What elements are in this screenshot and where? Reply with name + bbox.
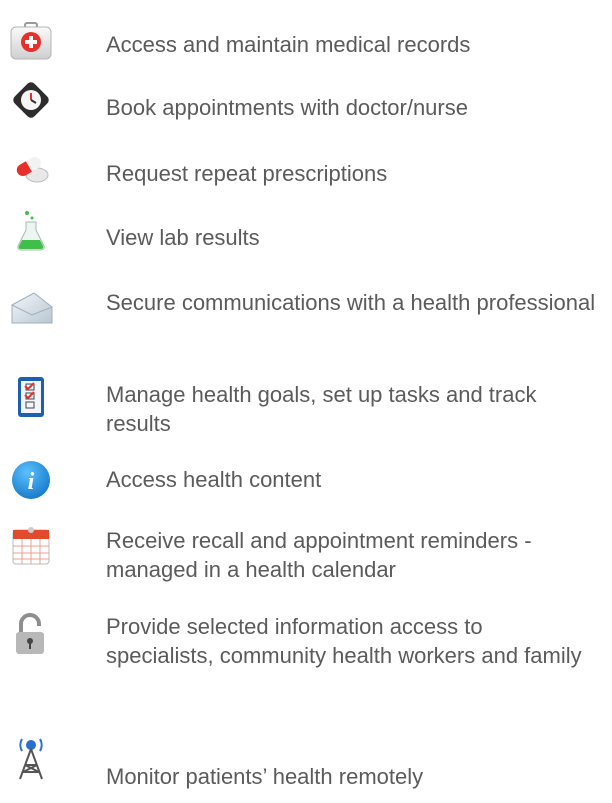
feature-label: Secure communications with a health prof…: [106, 290, 596, 315]
info-icon: i: [12, 461, 50, 499]
feature-label: Manage health goals, set up tasks and tr…: [106, 382, 537, 436]
feature-label: Access and maintain medical records: [106, 32, 471, 57]
medical-kit-icon: [10, 22, 52, 60]
feature-list: Access and maintain medical records Book…: [0, 0, 612, 803]
antenna-tower-icon: [19, 738, 43, 780]
pills-icon: [16, 157, 49, 183]
feature-label: Request repeat prescriptions: [106, 161, 388, 186]
envelope-icon: [11, 292, 53, 324]
calendar-icon: [12, 527, 50, 565]
checklist-icon: [18, 377, 44, 417]
lab-flask-icon: [17, 211, 45, 251]
clock-icon: [13, 82, 49, 118]
svg-text:i: i: [28, 469, 35, 495]
feature-label: Book appointments with doctor/nurse: [106, 95, 468, 120]
feature-label: Provide selected information access to s…: [106, 614, 582, 668]
padlock-icon: [16, 613, 44, 654]
feature-label: Access health content: [106, 467, 322, 492]
feature-label: View lab results: [106, 225, 260, 250]
feature-label: Monitor patients’ health remotely: [106, 764, 424, 789]
feature-label: Receive recall and appointment reminders…: [106, 528, 532, 582]
